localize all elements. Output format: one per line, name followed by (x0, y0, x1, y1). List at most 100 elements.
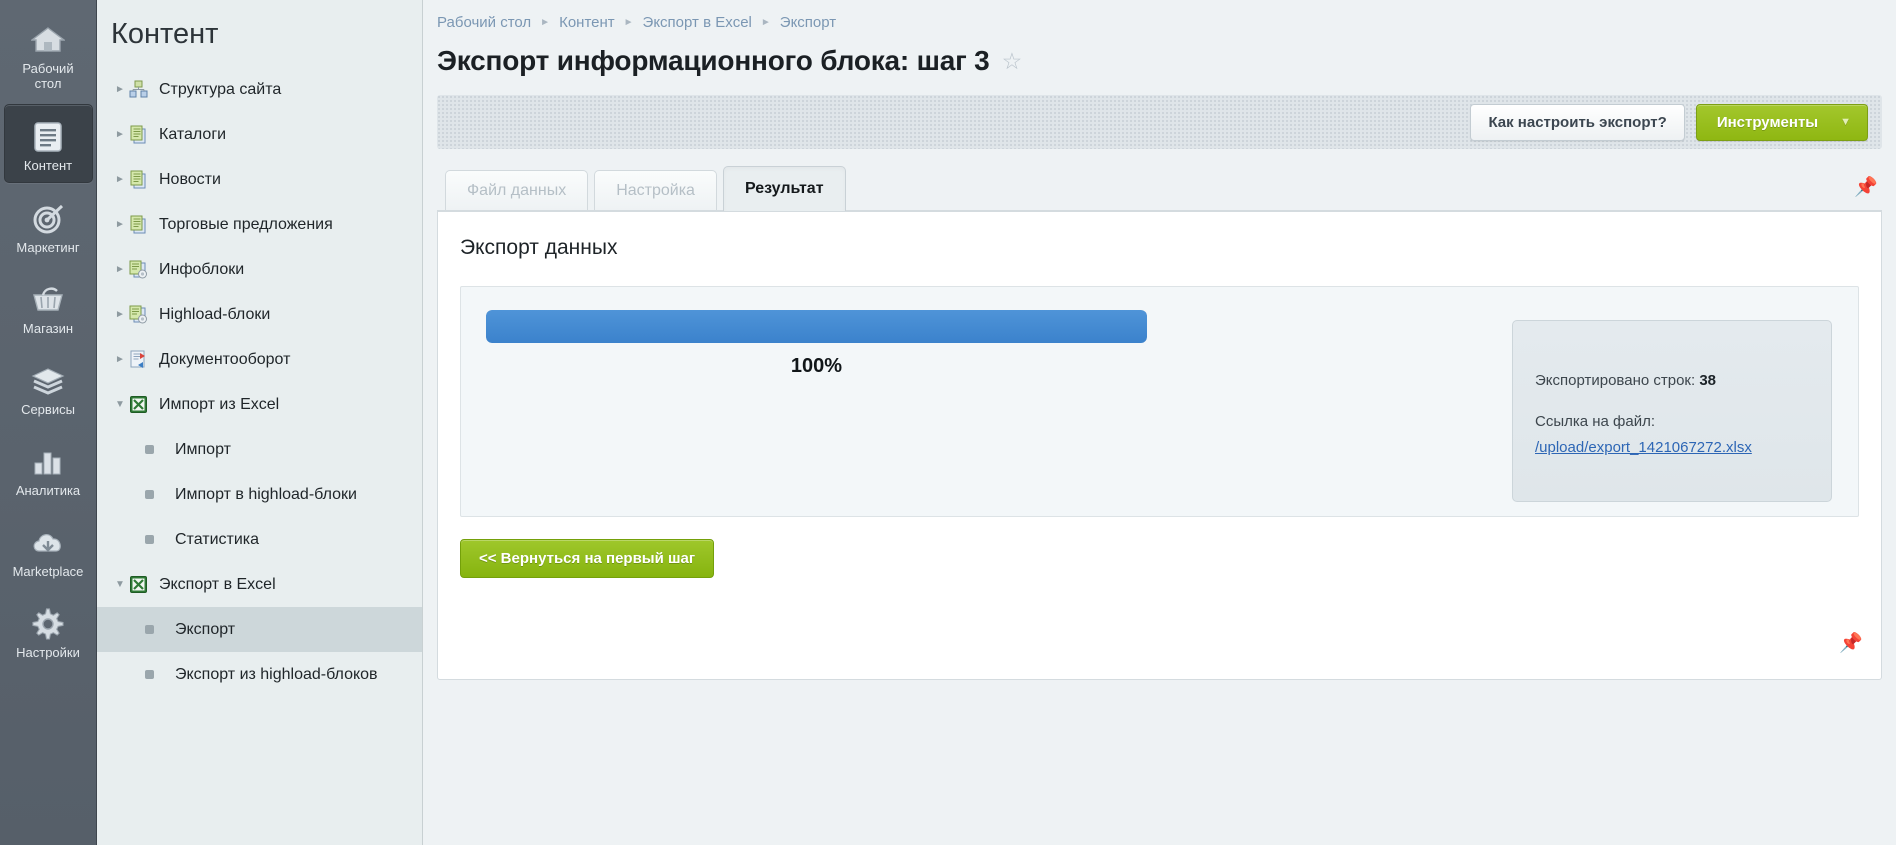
file-link-label: Ссылка на файл: (1535, 410, 1831, 434)
progress-bar (486, 310, 1147, 343)
tree-item[interactable]: ► Торговые предложения (97, 202, 422, 247)
breadcrumb-item[interactable]: Контент (559, 14, 615, 31)
rail-item-label: Сервисы (4, 402, 93, 417)
back-to-first-step-button[interactable]: << Вернуться на первый шаг (460, 539, 714, 578)
tree-item-label: Импорт (171, 441, 231, 459)
tree-item-label: Документооборот (155, 351, 290, 369)
rail-item-analytics[interactable]: Аналитика (4, 430, 93, 507)
tree-item[interactable]: ► Новости (97, 157, 422, 202)
tree-item-label: Импорт из Excel (155, 396, 279, 414)
exported-rows-line: Экспортировано строк: 38 (1535, 369, 1831, 393)
tree-item-label: Экспорт из highload-блоков (171, 666, 378, 684)
tree-item-label: Торговые предложения (155, 216, 333, 234)
page-toolbar: Как настроить экспорт? Инструменты ▼ (437, 95, 1882, 149)
rail-item-services[interactable]: Сервисы (4, 349, 93, 426)
breadcrumb-separator-icon: ► (761, 17, 771, 28)
rail-item-marketplace[interactable]: Marketplace (4, 511, 93, 588)
tree-item-label: Инфоблоки (155, 261, 244, 279)
rail-item-label: Настройки (4, 645, 93, 660)
spacer (1535, 393, 1831, 410)
dot-icon (145, 445, 171, 454)
target-icon (4, 198, 93, 240)
export-file-link[interactable]: /upload/export_1421067272.xlsx (1535, 436, 1752, 460)
dot-icon (145, 490, 171, 499)
breadcrumb-separator-icon: ► (540, 17, 550, 28)
tree-item[interactable]: Импорт в highload-блоки (97, 472, 422, 517)
chevron-down-icon: ▼ (1840, 116, 1851, 128)
rail-item-label: Аналитика (4, 483, 93, 498)
pages-green-icon (129, 170, 155, 189)
progress-bar-fill (486, 310, 1147, 343)
tree-item[interactable]: ►Каталоги (97, 112, 422, 157)
home-icon (4, 19, 93, 61)
tree-item[interactable]: ► Структура сайта (97, 67, 422, 112)
chevron-right-icon[interactable]: ► (111, 264, 129, 275)
admin-page: Рабочий стол Контент Маркетинг Магазин Серви… (0, 0, 1896, 845)
chevron-right-icon[interactable]: ► (111, 309, 129, 320)
tree-item[interactable]: ► Документооборот (97, 337, 422, 382)
tree-item[interactable]: Экспорт из highload-блоков (97, 652, 422, 697)
tab-settings[interactable]: Настройка (594, 170, 717, 211)
pages-green-icon (129, 125, 155, 144)
tree-item-label: Highload-блоки (155, 306, 270, 324)
pin-icon-top[interactable]: 📌 (1854, 175, 1878, 199)
sitemap-icon (129, 80, 155, 99)
tree-item[interactable]: ▼Экспорт в Excel (97, 562, 422, 607)
dot-icon (145, 625, 171, 634)
tree-item[interactable]: ▼ Импорт из Excel (97, 382, 422, 427)
chevron-right-icon[interactable]: ► (111, 84, 129, 95)
rail-item-settings[interactable]: Настройки (4, 592, 93, 669)
tree-item-label: Импорт в highload-блоки (171, 486, 357, 504)
pin-icon-bottom[interactable]: 📌 (1839, 631, 1863, 655)
tree-item[interactable]: ► Highload-блоки (97, 292, 422, 337)
tree-item-label: Структура сайта (155, 81, 281, 99)
chevron-right-icon[interactable]: ► (111, 219, 129, 230)
rail-item-label: Контент (5, 158, 92, 173)
tree-item-label: Экспорт (171, 621, 235, 639)
rail-item-label: Маркетинг (4, 240, 93, 255)
chevron-right-icon[interactable]: ► (111, 174, 129, 185)
workflow-icon (129, 350, 155, 369)
panel-heading: Экспорт данных (438, 212, 1881, 260)
dot-icon (145, 535, 171, 544)
tree-item[interactable]: Экспорт (97, 607, 422, 652)
breadcrumb-item[interactable]: Рабочий стол (437, 14, 531, 31)
tree-item[interactable]: Импорт (97, 427, 422, 472)
tab-data-file[interactable]: Файл данных (445, 170, 588, 211)
result-panel: Экспорт данных 100% Экспортировано строк… (437, 210, 1882, 680)
tab-result[interactable]: Результат (723, 166, 846, 211)
rail-item-desktop[interactable]: Рабочий стол (4, 8, 93, 100)
pages-green-icon (129, 215, 155, 234)
export-info-card: Экспортировано строк: 38 Ссылка на файл:… (1512, 320, 1832, 502)
tree-item[interactable]: ► Инфоблоки (97, 247, 422, 292)
exported-rows-value: 38 (1699, 372, 1716, 389)
how-to-configure-export-button[interactable]: Как настроить экспорт? (1470, 104, 1684, 141)
chevron-right-icon[interactable]: ► (111, 354, 129, 365)
rail-item-marketing[interactable]: Маркетинг (4, 187, 93, 264)
tree-item[interactable]: Статистика (97, 517, 422, 562)
chevron-down-icon[interactable]: ▼ (111, 399, 129, 410)
rail-item-label: Marketplace (4, 564, 93, 579)
gear-icon (4, 603, 93, 645)
rail-item-label: Магазин (4, 321, 93, 336)
progress-percent-label: 100% (486, 355, 1147, 378)
exported-rows-label: Экспортировано строк: (1535, 372, 1695, 389)
breadcrumb-item[interactable]: Экспорт в Excel (643, 14, 752, 31)
star-icon[interactable]: ☆ (1002, 48, 1023, 75)
tools-button[interactable]: Инструменты ▼ (1696, 104, 1868, 141)
breadcrumb-item[interactable]: Экспорт (780, 14, 836, 31)
basket-icon (4, 279, 93, 321)
cloud-download-icon (4, 522, 93, 564)
content-tree: ►Структура сайта►Каталоги►Новости►Торгов… (97, 63, 422, 697)
tree-item-label: Новости (155, 171, 221, 189)
chevron-down-icon[interactable]: ▼ (111, 579, 129, 590)
page-title-row: Экспорт информационного блока: шаг 3 ☆ (423, 31, 1896, 77)
rail-item-shop[interactable]: Магазин (4, 268, 93, 345)
tree-item-label: Статистика (171, 531, 259, 549)
rail-item-content[interactable]: Контент (4, 104, 93, 183)
bar-chart-icon (4, 441, 93, 483)
rail-item-label: Рабочий стол (4, 61, 93, 91)
content-tree-panel: Контент ►Структура сайта►Каталоги►Новост… (97, 0, 423, 845)
chevron-right-icon[interactable]: ► (111, 129, 129, 140)
tools-button-label: Инструменты (1717, 114, 1818, 131)
